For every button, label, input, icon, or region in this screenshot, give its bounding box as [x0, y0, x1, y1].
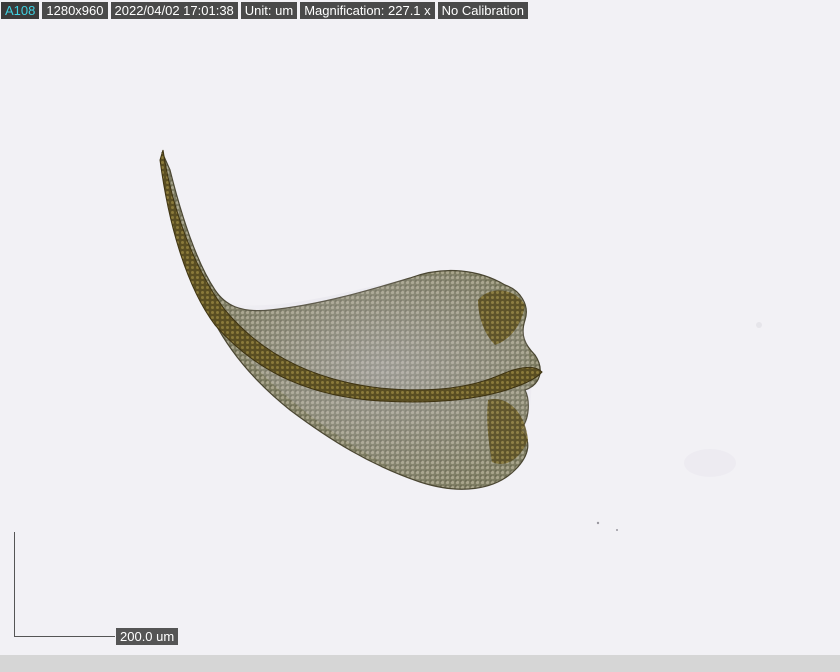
scale-label: 200.0 um [116, 628, 179, 645]
bottom-strip [0, 655, 840, 672]
timestamp-readout: 2022/04/02 17:01:38 [110, 2, 238, 19]
camera-id: A108 [1, 2, 40, 19]
resolution-readout: 1280x960 [42, 2, 108, 19]
info-bar: A108 1280x960 2022/04/02 17:01:38 Unit: … [1, 2, 529, 19]
microscope-viewport: A108 1280x960 2022/04/02 17:01:38 Unit: … [0, 0, 840, 672]
unit-readout: Unit: um [240, 2, 298, 19]
moss-leaf-specimen [159, 149, 762, 531]
scale-bar [14, 532, 115, 637]
magnification-readout: Magnification: 227.1 x [300, 2, 435, 19]
calibration-status: No Calibration [437, 2, 529, 19]
